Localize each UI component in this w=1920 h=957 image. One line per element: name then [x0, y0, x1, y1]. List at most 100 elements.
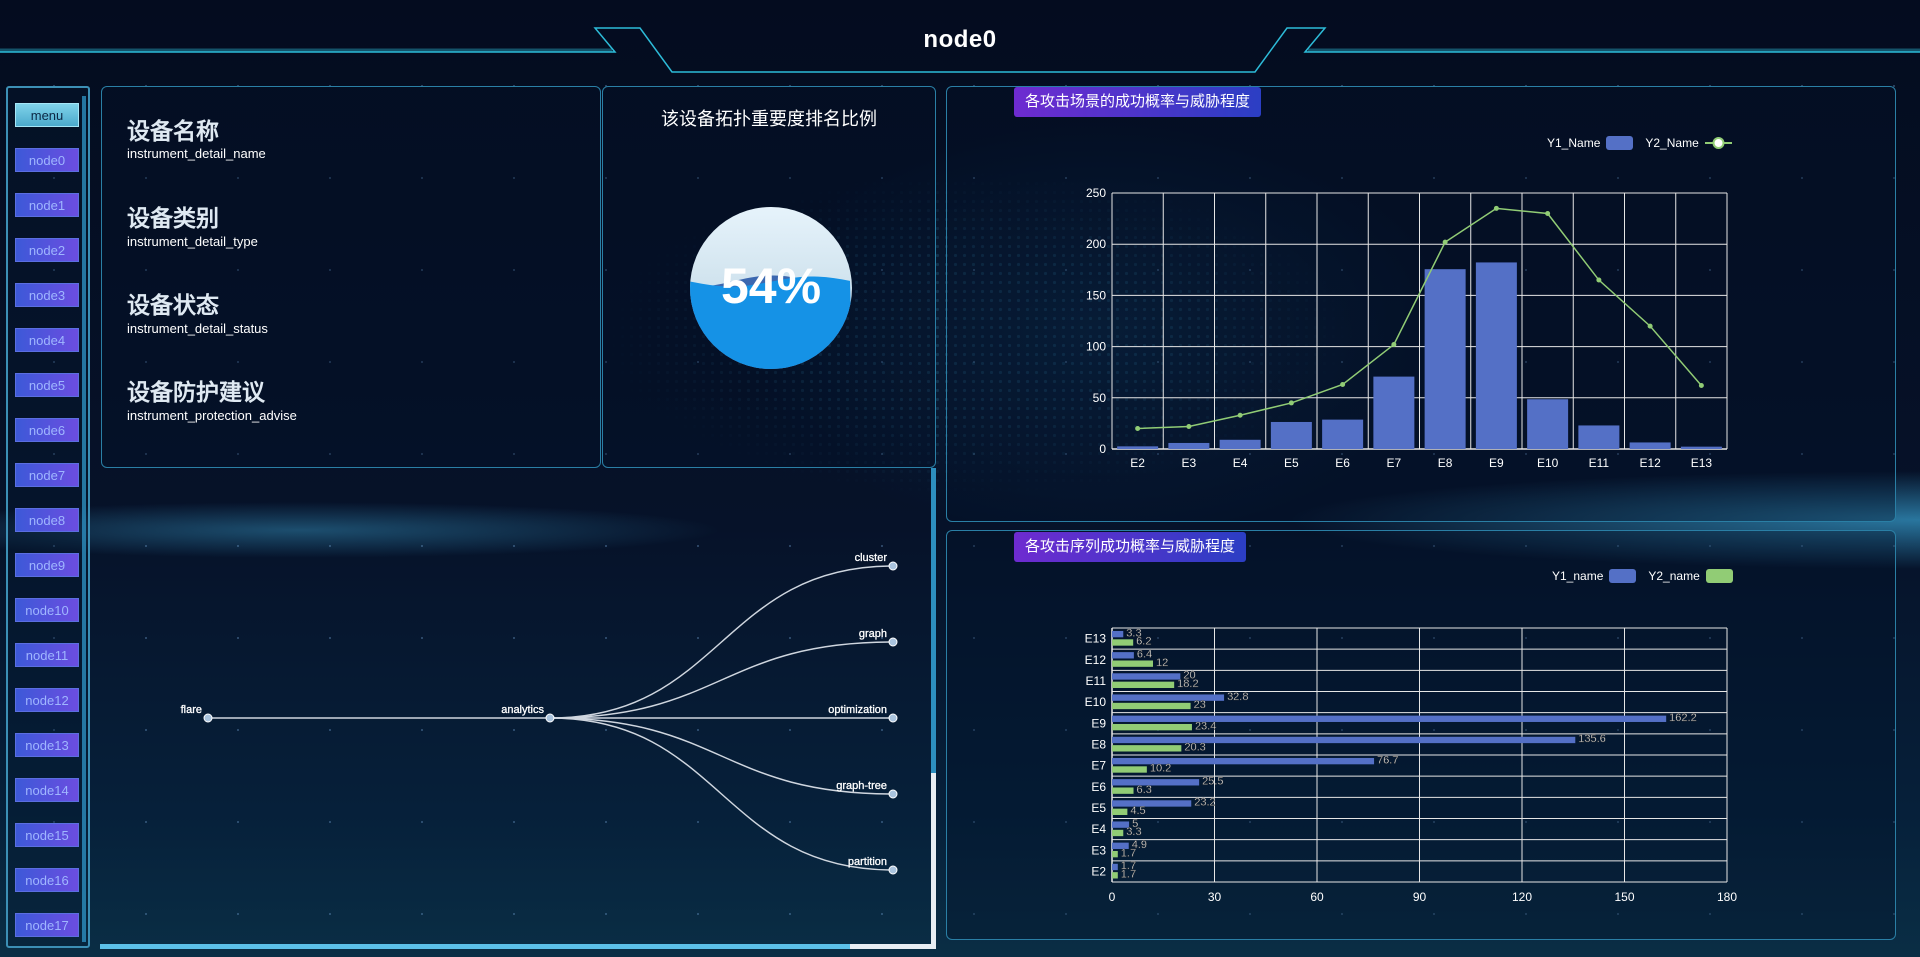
bar — [1112, 630, 1124, 638]
tree-leaf-node — [888, 637, 898, 647]
tree-child-node — [545, 713, 555, 723]
sidebar-item-node2[interactable]: node2 — [15, 238, 79, 262]
sidebar-scrollbar[interactable] — [82, 96, 86, 942]
y-tick-label: 100 — [1086, 340, 1106, 354]
x-tick-label: E12 — [1639, 456, 1661, 470]
tree-leaf-node — [888, 561, 898, 571]
data-label: 135.6 — [1578, 733, 1606, 745]
device-status-label: 设备状态 — [127, 292, 219, 318]
scrollbar-thumb[interactable] — [850, 944, 936, 949]
x-tick-label: E13 — [1691, 456, 1713, 470]
data-label: 25.5 — [1202, 775, 1223, 787]
bar — [1112, 766, 1147, 773]
bar — [1629, 442, 1671, 449]
data-label: 1.7 — [1121, 868, 1136, 880]
data-label: 18.2 — [1177, 678, 1198, 690]
bar — [1112, 736, 1576, 744]
bar — [1475, 262, 1517, 449]
x-tick-label: 120 — [1512, 890, 1532, 904]
bar — [1168, 442, 1210, 449]
header: node0 — [0, 0, 1920, 78]
y-tick-label: E4 — [1091, 822, 1106, 836]
bar — [1112, 872, 1118, 879]
line-point — [1493, 205, 1499, 211]
sidebar-item-node8[interactable]: node8 — [15, 508, 79, 532]
scrollbar-thumb[interactable] — [931, 773, 936, 948]
device-status-value: instrument_detail_status — [127, 321, 268, 336]
sidebar-item-node7[interactable]: node7 — [15, 463, 79, 487]
bar — [1112, 702, 1191, 710]
bar — [1112, 829, 1124, 837]
sidebar-item-node3[interactable]: node3 — [15, 283, 79, 307]
bar — [1112, 800, 1192, 807]
sidebar-item-node9[interactable]: node9 — [15, 553, 79, 577]
device-name-label: 设备名称 — [127, 118, 219, 144]
sidebar-item-node11[interactable]: node11 — [15, 643, 79, 667]
data-label: 6.2 — [1136, 636, 1151, 648]
tree-leaf-label: cluster — [855, 552, 888, 564]
bar — [1112, 652, 1134, 659]
y-tick-label: 150 — [1086, 288, 1106, 302]
data-label: 76.7 — [1377, 754, 1398, 766]
main-horizontal-scrollbar[interactable] — [100, 944, 936, 949]
sidebar-item-node10[interactable]: node10 — [15, 598, 79, 622]
x-tick-label: E8 — [1438, 456, 1453, 470]
sidebar-item-node6[interactable]: node6 — [15, 418, 79, 442]
tree-link — [549, 565, 894, 719]
tree-leaf-label: graph — [859, 628, 887, 640]
line-point — [1545, 210, 1551, 216]
bar — [1112, 779, 1200, 786]
x-tick-label: E7 — [1387, 456, 1402, 470]
bar — [1219, 439, 1261, 449]
menu-button[interactable]: menu — [15, 103, 79, 127]
bar — [1322, 419, 1364, 449]
sequence-chart-panel: 各攻击序列成功概率与威胁程度 Y1_name Y2_name 0 30 60 90 12… — [946, 530, 1896, 940]
x-tick-label: 60 — [1310, 890, 1324, 904]
sidebar-item-node1[interactable]: node1 — [15, 193, 79, 217]
device-advice-value: instrument_protection_advise — [127, 408, 297, 423]
x-tick-label: E9 — [1489, 456, 1504, 470]
line-point — [1237, 412, 1243, 418]
scenario-chart-panel: 各攻击场景的成功概率与威胁程度 Y1_Name Y2_Name 0 50 100 15… — [946, 86, 1896, 522]
sidebar-item-node16[interactable]: node16 — [15, 868, 79, 892]
bar — [1680, 446, 1722, 449]
sidebar-item-node5[interactable]: node5 — [15, 373, 79, 397]
line-point — [1647, 323, 1653, 329]
bar — [1527, 399, 1569, 449]
data-label: 20.3 — [1184, 741, 1205, 753]
data-label: 23.2 — [1194, 797, 1215, 809]
tree-child-label: analytics — [501, 704, 544, 716]
liquid-fill-gauge: 54% — [690, 207, 852, 369]
tree-leaf-label: graph-tree — [836, 780, 887, 792]
y-tick-label: E10 — [1085, 695, 1107, 709]
data-label: 12 — [1156, 657, 1168, 669]
y-tick-label: E13 — [1085, 632, 1107, 646]
sidebar-item-node0[interactable]: node0 — [15, 148, 79, 172]
bar — [1112, 681, 1175, 688]
sequence-chart: 0 30 60 90 120 150 180E2 1.71.7E3 4.91.7E4 53.3E5… — [1085, 627, 1738, 904]
y-tick-label: E3 — [1091, 843, 1106, 857]
sidebar-item-node14[interactable]: node14 — [15, 778, 79, 802]
main-vertical-scrollbar[interactable] — [931, 468, 936, 948]
data-label: 3.3 — [1126, 826, 1141, 838]
sidebar-item-node17[interactable]: node17 — [15, 913, 79, 937]
line-point — [1442, 239, 1448, 245]
bar — [1112, 660, 1153, 667]
device-type-value: instrument_detail_type — [127, 234, 258, 249]
sidebar-item-node12[interactable]: node12 — [15, 688, 79, 712]
sidebar-item-node13[interactable]: node13 — [15, 733, 79, 757]
y-tick-label: E9 — [1091, 716, 1106, 730]
device-info-panel: 设备名称 instrument_detail_name 设备类别 instrum… — [101, 86, 601, 468]
bar — [1112, 787, 1134, 794]
x-tick-label: E3 — [1182, 456, 1197, 470]
data-label: 32.8 — [1227, 691, 1248, 703]
y-tick-label: E6 — [1091, 780, 1106, 794]
line-point — [1186, 423, 1192, 429]
ranking-percent: 54% — [720, 258, 822, 314]
tree-leaf-node — [888, 713, 898, 723]
sidebar-item-node4[interactable]: node4 — [15, 328, 79, 352]
y-tick-label: 200 — [1086, 237, 1106, 251]
y-tick-label: 50 — [1093, 391, 1107, 405]
data-label: 6.4 — [1137, 648, 1152, 660]
sidebar-item-node15[interactable]: node15 — [15, 823, 79, 847]
